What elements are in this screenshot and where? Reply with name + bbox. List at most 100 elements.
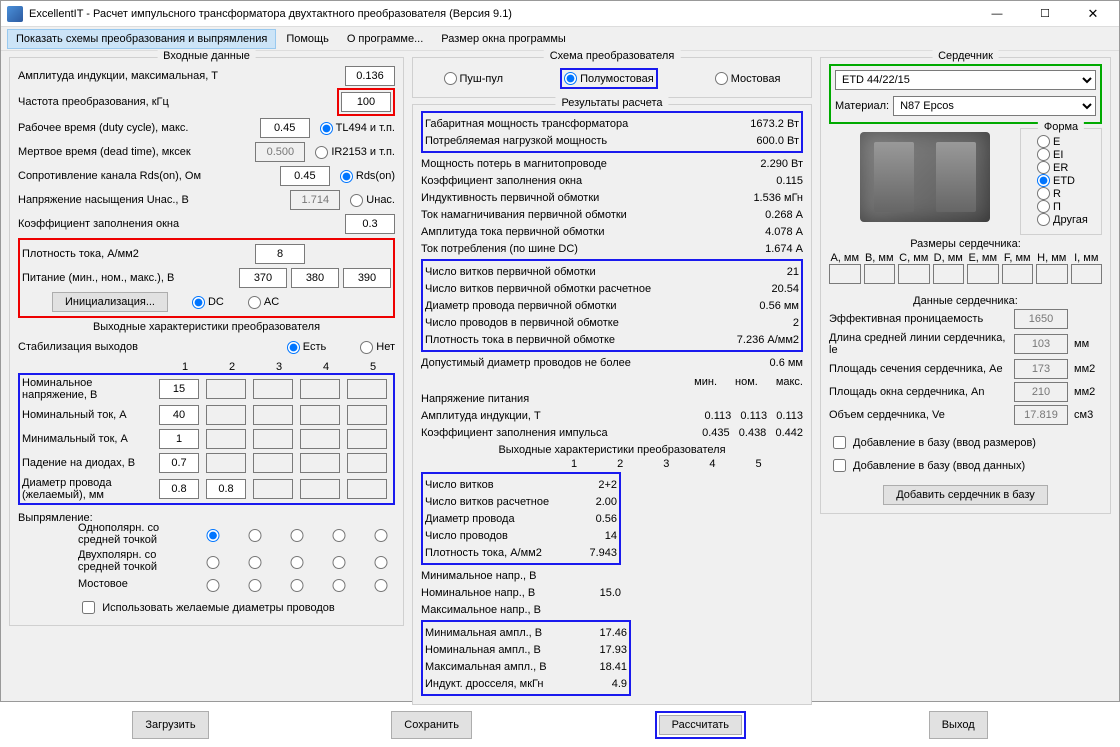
dim-input[interactable] [898,264,930,284]
input-dead[interactable] [255,142,305,162]
menu-show-schemes[interactable]: Показать схемы преобразования и выпрямле… [7,29,276,49]
radio-ir2153[interactable] [315,146,328,159]
forma-option[interactable]: EI [1037,148,1093,161]
select-core[interactable]: ETD 44/22/15 [835,70,1096,90]
radio-tl494[interactable] [320,122,333,135]
out-imin-1[interactable] [159,429,199,449]
radio-halfbridge[interactable] [564,72,577,85]
close-button[interactable]: ✕ [1071,2,1115,26]
chk-add-data[interactable] [833,459,846,472]
forma-option[interactable]: П [1037,200,1093,213]
out-i-1[interactable] [159,405,199,425]
rect1-3[interactable] [286,529,308,542]
out-imin-3[interactable] [253,429,293,449]
load-button[interactable]: Загрузить [132,711,208,739]
val-ae[interactable] [1014,359,1068,379]
out-v-2[interactable] [206,379,246,399]
radio-rdson[interactable] [340,170,353,183]
input-bmax[interactable] [345,66,395,86]
out-vd-1[interactable] [159,453,199,473]
radio-pushpull[interactable] [444,72,457,85]
out-i-2[interactable] [206,405,246,425]
val-mu[interactable] [1014,309,1068,329]
out-d-1[interactable] [206,479,246,499]
rect2-4[interactable] [328,556,350,569]
input-kwin[interactable] [345,214,395,234]
rect2-3[interactable] [286,556,308,569]
input-freq[interactable] [341,92,391,112]
forma-option[interactable]: Другая [1037,213,1093,226]
out-v-1[interactable] [159,379,199,399]
out-d-2[interactable] [253,479,293,499]
forma-option[interactable]: E [1037,135,1093,148]
dim-input[interactable] [829,264,861,284]
out-vd-2[interactable] [206,453,246,473]
input-vmax[interactable] [343,268,391,288]
add-core-button[interactable]: Добавить сердечник в базу [883,485,1048,505]
save-button[interactable]: Сохранить [391,711,472,739]
exit-button[interactable]: Выход [929,711,988,739]
radio-ac[interactable] [248,296,261,309]
rect1-2[interactable] [244,529,266,542]
dim-input[interactable] [967,264,999,284]
rect1-4[interactable] [328,529,350,542]
maximize-button[interactable]: ☐ [1023,2,1067,26]
input-vmin[interactable] [239,268,287,288]
out-v-3[interactable] [253,379,293,399]
rect1-1[interactable] [202,529,224,542]
rect2-2[interactable] [244,556,266,569]
minimize-button[interactable]: — [975,2,1019,26]
forma-option[interactable]: R [1037,187,1093,200]
chk-use-dia[interactable] [82,601,95,614]
input-jden[interactable] [255,244,305,264]
init-button[interactable]: Инициализация... [52,292,168,312]
dim-input[interactable] [1002,264,1034,284]
out-i-5[interactable] [347,405,387,425]
val-ve[interactable] [1014,405,1068,425]
out-d-0[interactable] [159,479,199,499]
out-i-3[interactable] [253,405,293,425]
out-imin-2[interactable] [206,429,246,449]
out-vd-5[interactable] [347,453,387,473]
input-rds[interactable] [280,166,330,186]
radio-bridge[interactable] [715,72,728,85]
input-vnom[interactable] [291,268,339,288]
rect1-5[interactable] [370,529,392,542]
dim-input[interactable] [864,264,896,284]
forma-option[interactable]: ER [1037,161,1093,174]
out-v-5[interactable] [347,379,387,399]
menu-about[interactable]: О программе... [339,30,431,48]
out-imin-5[interactable] [347,429,387,449]
rect3-5[interactable] [370,579,392,592]
select-material[interactable]: N87 Epcos [893,96,1096,116]
radio-dc[interactable] [192,296,205,309]
radio-usat[interactable] [350,194,363,207]
menu-help[interactable]: Помощь [278,30,337,48]
rect2-1[interactable] [202,556,224,569]
out-imin-4[interactable] [300,429,340,449]
rect3-4[interactable] [328,579,350,592]
out-i-4[interactable] [300,405,340,425]
input-duty[interactable] [260,118,310,138]
forma-option[interactable]: ETD [1037,174,1093,187]
radio-stab-no[interactable] [360,341,373,354]
input-usat[interactable] [290,190,340,210]
rect3-3[interactable] [286,579,308,592]
val-an[interactable] [1014,382,1068,402]
menu-winsize[interactable]: Размер окна программы [433,30,574,48]
dim-input[interactable] [1036,264,1068,284]
rect3-2[interactable] [244,579,266,592]
radio-stab-yes[interactable] [287,341,300,354]
val-le[interactable] [1014,334,1068,354]
out-d-4[interactable] [347,479,387,499]
rect3-1[interactable] [202,579,224,592]
out-v-4[interactable] [300,379,340,399]
rect2-5[interactable] [370,556,392,569]
out-vd-3[interactable] [253,453,293,473]
dim-input[interactable] [1071,264,1103,284]
out-d-3[interactable] [300,479,340,499]
calc-button[interactable]: Рассчитать [659,715,742,735]
dim-input[interactable] [933,264,965,284]
chk-add-dims[interactable] [833,436,846,449]
out-vd-4[interactable] [300,453,340,473]
